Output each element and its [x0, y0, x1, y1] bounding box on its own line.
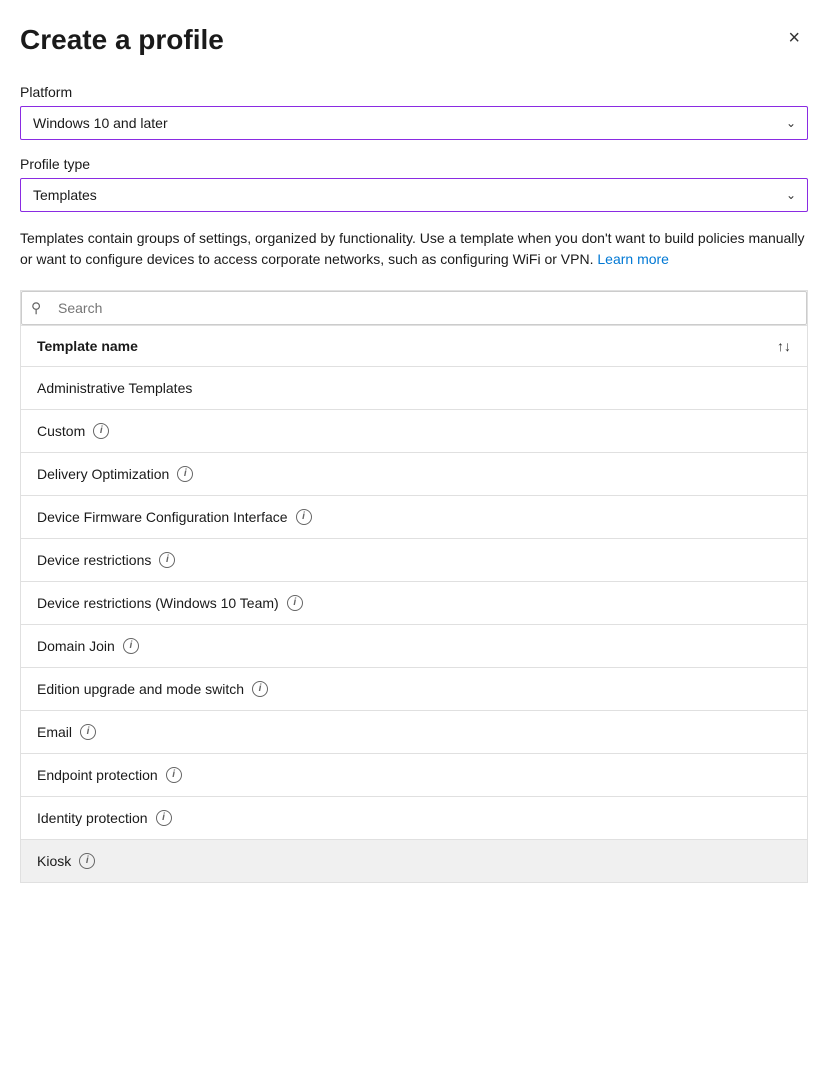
dialog-header: Create a profile × [20, 24, 808, 56]
info-icon-endpoint-protection[interactable]: i [166, 767, 182, 783]
profile-type-select-wrapper: Templates ⌄ [20, 178, 808, 212]
row-name-device-restrictions-windows-10-team: Device restrictions (Windows 10 Team) [37, 595, 279, 611]
description-text: Templates contain groups of settings, or… [20, 228, 808, 270]
search-container: ⚲ [20, 290, 808, 326]
info-icon-identity-protection[interactable]: i [156, 810, 172, 826]
info-icon-device-restrictions[interactable]: i [159, 552, 175, 568]
row-name-kiosk: Kiosk [37, 853, 71, 869]
template-name-column-header: Template name [37, 338, 138, 354]
row-name-device-firmware-configuration-interface: Device Firmware Configuration Interface [37, 509, 288, 525]
table-row[interactable]: Kioski [21, 840, 807, 882]
table-rows-container: Administrative TemplatesCustomiDelivery … [21, 367, 807, 882]
row-name-email: Email [37, 724, 72, 740]
profile-type-label: Profile type [20, 156, 808, 172]
table-row[interactable]: Administrative Templates [21, 367, 807, 410]
create-profile-dialog: Create a profile × Platform Windows 10 a… [0, 0, 828, 1066]
table-row[interactable]: Emaili [21, 711, 807, 754]
row-name-identity-protection: Identity protection [37, 810, 148, 826]
info-icon-device-restrictions-windows-10-team[interactable]: i [287, 595, 303, 611]
table-row[interactable]: Customi [21, 410, 807, 453]
search-wrapper: ⚲ [21, 291, 807, 325]
table-row[interactable]: Device restrictions i [21, 539, 807, 582]
platform-select-wrapper: Windows 10 and later ⌄ [20, 106, 808, 140]
row-name-device-restrictions: Device restrictions [37, 552, 151, 568]
dialog-title: Create a profile [20, 24, 224, 56]
close-button[interactable]: × [780, 24, 808, 52]
info-icon-email[interactable]: i [80, 724, 96, 740]
table-row[interactable]: Domain Join i [21, 625, 807, 668]
info-icon-domain-join[interactable]: i [123, 638, 139, 654]
info-icon-delivery-optimization[interactable]: i [177, 466, 193, 482]
table-row[interactable]: Device restrictions (Windows 10 Team) i [21, 582, 807, 625]
table-header: Template name ↑↓ [21, 326, 807, 367]
info-icon-kiosk[interactable]: i [79, 853, 95, 869]
search-input[interactable] [21, 291, 807, 325]
row-name-custom: Custom [37, 423, 85, 439]
row-name-edition-upgrade-and-mode-switch: Edition upgrade and mode switch [37, 681, 244, 697]
row-name-administrative-templates: Administrative Templates [37, 380, 192, 396]
row-name-delivery-optimization: Delivery Optimization [37, 466, 169, 482]
platform-label: Platform [20, 84, 808, 100]
table-row[interactable]: Endpoint protection i [21, 754, 807, 797]
info-icon-custom[interactable]: i [93, 423, 109, 439]
table-row[interactable]: Delivery Optimization i [21, 453, 807, 496]
platform-select[interactable]: Windows 10 and later [20, 106, 808, 140]
table-row[interactable]: Identity protection i [21, 797, 807, 840]
profile-type-select[interactable]: Templates [20, 178, 808, 212]
table-row[interactable]: Device Firmware Configuration Interface i [21, 496, 807, 539]
learn-more-link[interactable]: Learn more [597, 251, 669, 267]
profile-type-field-group: Profile type Templates ⌄ [20, 156, 808, 212]
platform-field-group: Platform Windows 10 and later ⌄ [20, 84, 808, 140]
search-icon: ⚲ [31, 300, 41, 317]
table-row[interactable]: Edition upgrade and mode switch i [21, 668, 807, 711]
sort-icon[interactable]: ↑↓ [777, 338, 791, 354]
row-name-domain-join: Domain Join [37, 638, 115, 654]
info-icon-edition-upgrade-and-mode-switch[interactable]: i [252, 681, 268, 697]
info-icon-device-firmware-configuration-interface[interactable]: i [296, 509, 312, 525]
template-table: Template name ↑↓ Administrative Template… [20, 326, 808, 883]
row-name-endpoint-protection: Endpoint protection [37, 767, 158, 783]
